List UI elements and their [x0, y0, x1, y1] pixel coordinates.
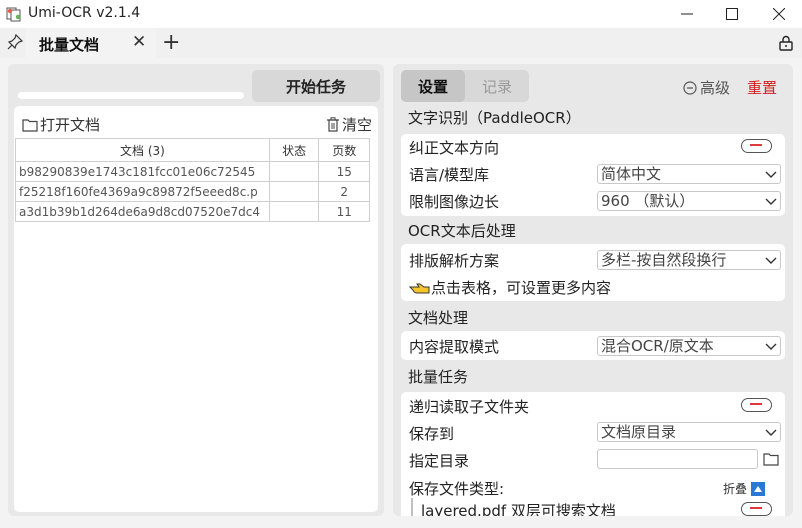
column-header-status[interactable]: 状态: [268, 138, 320, 162]
maximize-button[interactable]: [709, 0, 755, 28]
chevron-down-icon: [765, 257, 777, 264]
save-to-value: 文档原目录: [601, 423, 677, 441]
file-types-label: 保存文件类型:: [409, 480, 505, 498]
tab-label: 批量文档: [39, 36, 100, 54]
nested-indicator-line: [411, 498, 413, 516]
limit-side-select[interactable]: 960 （默认）: [597, 191, 781, 211]
tab-close-icon[interactable]: ✕: [132, 32, 146, 52]
batch-card: 递归读取子文件夹 保存到 文档原目录 指定目录 保存文件类型: 折叠 layer…: [401, 392, 785, 516]
save-to-select[interactable]: 文档原目录: [597, 422, 781, 442]
layered-pdf-toggle[interactable]: [741, 502, 772, 516]
document-table: 文档 (3) 状态 页数 b98290839e1743c181fcc01e06c…: [15, 138, 370, 222]
language-label: 语言/模型库: [409, 166, 490, 184]
close-window-button[interactable]: [756, 0, 802, 28]
toggle-knob: [750, 403, 762, 405]
clear-button[interactable]: 清空: [326, 114, 372, 135]
extract-mode-label: 内容提取模式: [409, 338, 500, 356]
cell-document-name: a3d1b39b1d264de6a9d8cd07520e7dc4: [15, 201, 270, 222]
advanced-label: 高级: [700, 79, 731, 97]
lock-icon[interactable]: [778, 35, 794, 51]
collapse-button[interactable]: 折叠: [723, 480, 766, 497]
open-document-button[interactable]: 打开文档: [22, 114, 100, 135]
column-header-document[interactable]: 文档 (3): [15, 138, 270, 162]
chevron-down-icon: [765, 171, 777, 178]
tab-bar: 批量文档 ✕ +: [0, 28, 802, 58]
section-title-doc: 文档处理: [408, 309, 469, 327]
trash-icon: [326, 117, 339, 132]
document-card: 内容提取模式 混合OCR/原文本: [401, 331, 785, 360]
settings-panel: 设置 记录 高级 重置 文字识别（PaddleOCR） 纠正文本方向 语言/模型…: [393, 64, 793, 516]
maximize-icon: [726, 8, 738, 20]
triangle-up-icon: [751, 481, 766, 496]
pointing-hand-icon: [409, 283, 430, 293]
cell-status: [268, 161, 320, 182]
collapse-label: 折叠: [723, 482, 748, 496]
layout-select[interactable]: 多栏-按自然段换行: [597, 250, 781, 270]
progress-bar: [18, 92, 244, 99]
section-title-batch: 批量任务: [408, 368, 469, 386]
tab-settings[interactable]: 设置: [401, 70, 465, 102]
cell-pages: 2: [318, 181, 370, 202]
chevron-down-icon: [765, 429, 777, 436]
limit-side-label: 限制图像边长: [409, 193, 500, 211]
recurse-toggle[interactable]: [741, 398, 772, 412]
layout-label: 排版解析方案: [409, 252, 500, 270]
extract-mode-select[interactable]: 混合OCR/原文本: [597, 336, 781, 356]
window-title: Umi-OCR v2.1.4: [28, 5, 141, 21]
section-title-post: OCR文本后处理: [408, 222, 516, 240]
settings-records-switch: 设置 记录: [401, 70, 529, 102]
title-bar: Umi-OCR v2.1.4: [0, 0, 802, 28]
minimize-icon: [681, 13, 693, 15]
language-value: 简体中文: [601, 165, 662, 183]
limit-side-value: 960 （默认）: [601, 192, 695, 210]
app-logo-icon: [6, 7, 21, 22]
correct-direction-label: 纠正文本方向: [409, 139, 500, 157]
cell-pages: 11: [318, 201, 370, 222]
ocr-settings-card: 纠正文本方向 语言/模型库 简体中文 限制图像边长 960 （默认）: [401, 134, 785, 216]
chevron-down-icon: [765, 198, 777, 205]
folder-icon[interactable]: [763, 452, 779, 466]
table-row[interactable]: a3d1b39b1d264de6a9d8cd07520e7dc4 11: [15, 201, 370, 222]
minus-circle-icon: [683, 80, 697, 95]
task-panel: 开始任务 打开文档 清空 文档 (3) 状态 页数 b98290839e1743…: [8, 64, 384, 516]
toggle-knob: [750, 507, 762, 509]
section-title-ocr: 文字识别（PaddleOCR）: [408, 109, 581, 127]
reset-button[interactable]: 重置: [747, 77, 777, 98]
toggle-knob: [750, 144, 762, 146]
post-processing-card: 排版解析方案 多栏-按自然段换行 点击表格，可设置更多内容: [401, 244, 785, 301]
pin-icon[interactable]: [6, 33, 24, 52]
layout-value: 多栏-按自然段换行: [601, 251, 727, 269]
close-icon: [773, 8, 785, 20]
save-to-label: 保存到: [409, 425, 455, 443]
cell-document-name: b98290839e1743c181fcc01e06c72545: [15, 161, 270, 182]
folder-icon: [22, 118, 38, 132]
cell-document-name: f25218f160fe4369a9c89872f5eeed8c.p: [15, 181, 270, 202]
document-list-box: 打开文档 清空 文档 (3) 状态 页数 b98290839e1743c181f…: [14, 106, 378, 512]
cell-status: [268, 181, 320, 202]
start-task-button[interactable]: 开始任务: [252, 70, 380, 102]
tab-records[interactable]: 记录: [465, 70, 529, 102]
minimize-button[interactable]: [664, 0, 710, 28]
extract-mode-value: 混合OCR/原文本: [601, 337, 714, 355]
clear-label: 清空: [341, 116, 372, 134]
target-dir-label: 指定目录: [409, 452, 470, 470]
correct-direction-toggle[interactable]: [741, 139, 772, 153]
layered-pdf-label: layered.pdf 双层可搜索文档: [421, 502, 616, 516]
table-hint-label: 点击表格，可设置更多内容: [431, 279, 612, 297]
column-header-pages[interactable]: 页数: [318, 138, 370, 162]
table-row[interactable]: f25218f160fe4369a9c89872f5eeed8c.p 2: [15, 181, 370, 202]
table-header-row: 文档 (3) 状态 页数: [15, 138, 370, 162]
table-hint[interactable]: 点击表格，可设置更多内容: [409, 277, 611, 298]
cell-status: [268, 201, 320, 222]
chevron-down-icon: [765, 343, 777, 350]
advanced-toggle[interactable]: 高级: [683, 77, 730, 98]
language-select[interactable]: 简体中文: [597, 164, 781, 184]
table-row[interactable]: b98290839e1743c181fcc01e06c72545 15: [15, 161, 370, 182]
recurse-label: 递归读取子文件夹: [409, 398, 530, 416]
open-document-label: 打开文档: [40, 116, 101, 134]
plus-icon[interactable]: +: [162, 30, 180, 55]
target-dir-input[interactable]: [597, 449, 758, 469]
tab-batch-doc[interactable]: 批量文档 ✕: [26, 28, 156, 58]
cell-pages: 15: [318, 161, 370, 182]
